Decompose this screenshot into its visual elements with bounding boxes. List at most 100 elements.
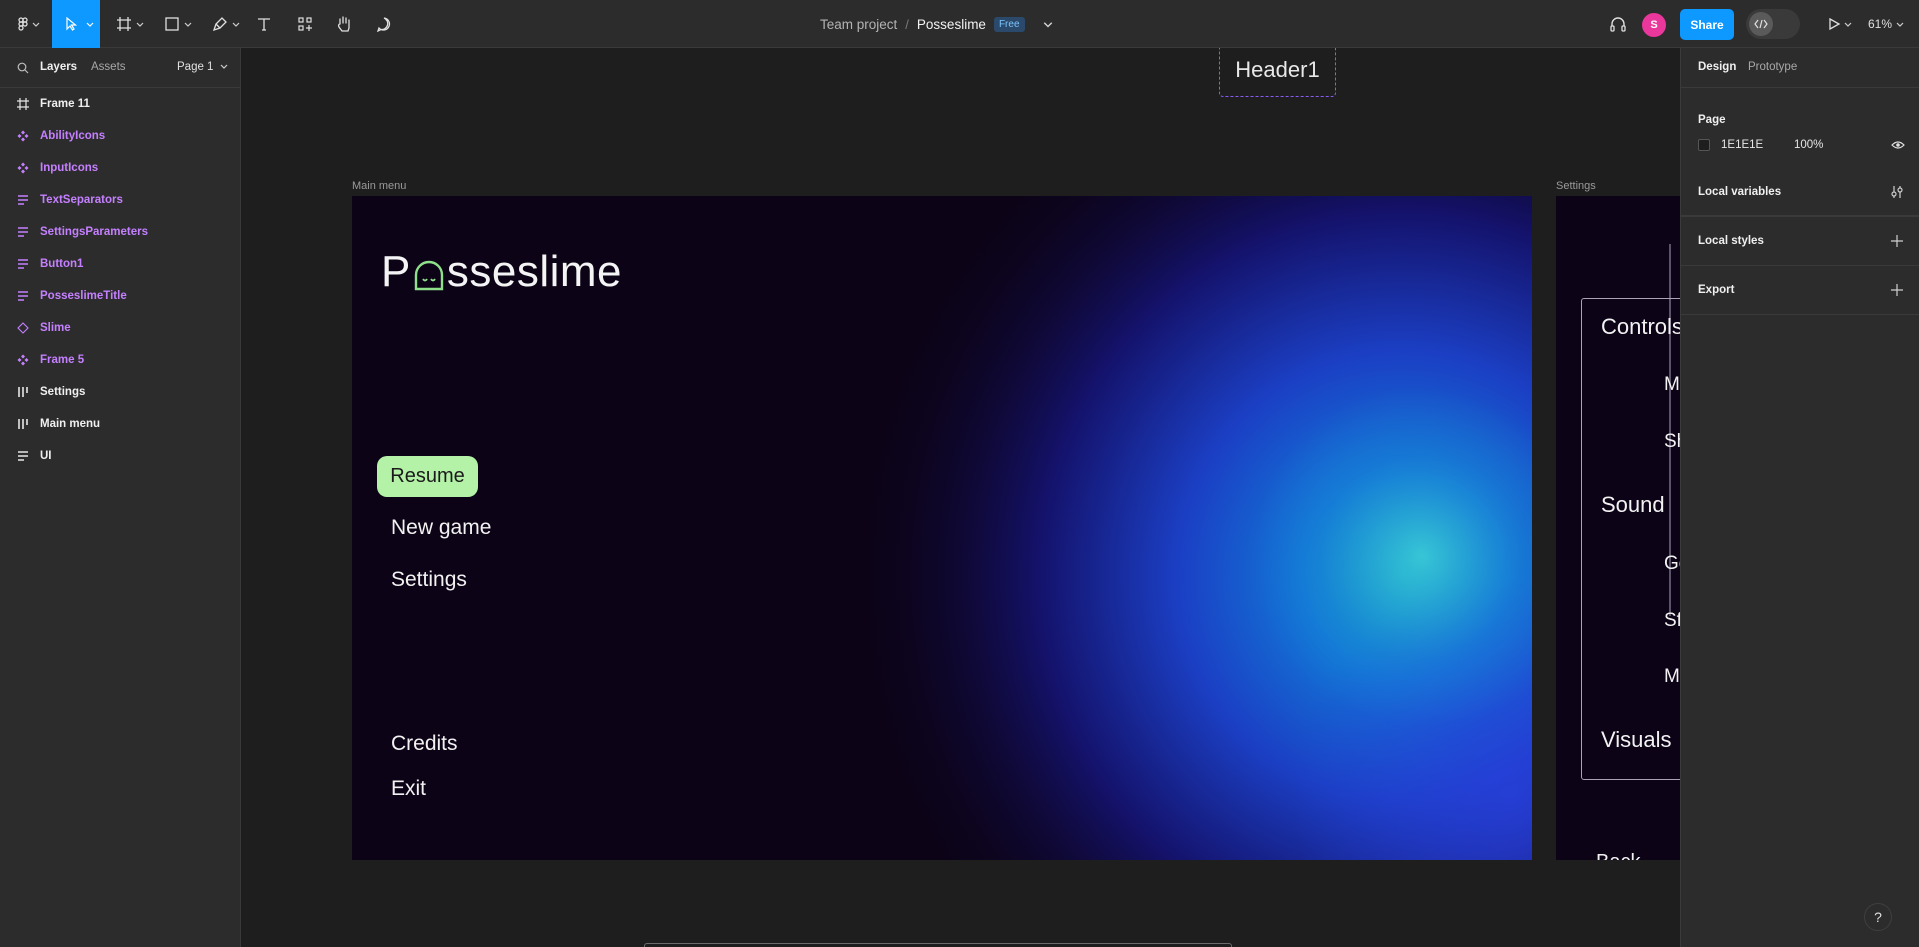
search-icon[interactable] bbox=[17, 62, 29, 74]
file-name[interactable]: Posseslime bbox=[917, 17, 986, 32]
left-sidebar: Layers Assets Page 1 Frame 11 AbilityIcon… bbox=[0, 48, 241, 947]
tab-prototype[interactable]: Prototype bbox=[1748, 61, 1797, 73]
component-icon bbox=[17, 354, 29, 366]
zoom-control[interactable]: 61% bbox=[1868, 0, 1904, 48]
add-style-plus-icon[interactable] bbox=[1890, 234, 1904, 248]
settings-controls-heading: Controls bbox=[1601, 314, 1680, 339]
layer-name: InputIcons bbox=[40, 162, 99, 174]
design-canvas[interactable]: Header1 Main menu Settings P sseslime Re… bbox=[241, 48, 1680, 947]
tab-layers[interactable]: Layers bbox=[40, 61, 77, 73]
plan-badge: Free bbox=[993, 16, 1025, 32]
eye-icon[interactable] bbox=[1891, 140, 1905, 150]
layer-name: SettingsParameters bbox=[40, 226, 149, 238]
layer-row[interactable]: Button1 bbox=[0, 248, 240, 280]
tab-design[interactable]: Design bbox=[1698, 61, 1736, 73]
main-menu-frame-label[interactable]: Main menu bbox=[352, 180, 406, 192]
settings-controls-item: M bbox=[1664, 374, 1680, 395]
layer-row[interactable]: Slime bbox=[0, 312, 240, 344]
offscreen-frame-edge[interactable] bbox=[644, 943, 1232, 947]
breadcrumb-separator: / bbox=[905, 16, 909, 32]
rectangle-icon bbox=[165, 17, 179, 31]
layer-name: Settings bbox=[40, 386, 86, 398]
settings-button[interactable]: Settings bbox=[391, 568, 467, 592]
layer-row[interactable]: InputIcons bbox=[0, 152, 240, 184]
auto-layout-vertical-icon bbox=[17, 226, 29, 238]
comment-tool-button[interactable] bbox=[372, 0, 396, 48]
page-selector-label: Page 1 bbox=[177, 61, 214, 73]
audio-call-button[interactable] bbox=[1606, 0, 1630, 48]
new-game-button[interactable]: New game bbox=[391, 516, 491, 540]
page-selector[interactable]: Page 1 bbox=[177, 61, 228, 73]
posseslime-title: P sseslime bbox=[381, 247, 622, 297]
settings-sound-item: Ge bbox=[1664, 553, 1680, 574]
layer-row[interactable]: PosseslimeTitle bbox=[0, 280, 240, 312]
frame-icon bbox=[17, 98, 29, 110]
exit-button[interactable]: Exit bbox=[391, 777, 426, 801]
help-button[interactable]: ? bbox=[1864, 903, 1892, 931]
main-menu-frame[interactable]: P sseslime Resume New game Settings Cred… bbox=[352, 196, 1532, 860]
page-color-swatch[interactable] bbox=[1698, 139, 1710, 151]
auto-layout-horizontal-icon bbox=[17, 418, 29, 430]
settings-frame-label[interactable]: Settings bbox=[1556, 180, 1596, 192]
layer-row[interactable]: SettingsParameters bbox=[0, 216, 240, 248]
layer-row[interactable]: Frame 5 bbox=[0, 344, 240, 376]
file-title-area: Team project / Posseslime Free bbox=[820, 0, 1053, 48]
logo-text-end: sseslime bbox=[446, 247, 623, 296]
layer-row[interactable]: Main menu bbox=[0, 408, 240, 440]
local-variables-section[interactable]: Local variables bbox=[1681, 168, 1919, 217]
file-menu-chevron-icon[interactable] bbox=[1043, 19, 1053, 29]
layer-row[interactable]: AbilityIcons bbox=[0, 120, 240, 152]
chevron-down-icon bbox=[232, 22, 240, 27]
right-panel-tabs: Design Prototype bbox=[1681, 48, 1919, 88]
headphones-icon bbox=[1610, 17, 1626, 32]
header1-frame[interactable]: Header1 bbox=[1219, 48, 1336, 97]
pen-icon bbox=[212, 17, 227, 32]
variables-settings-icon[interactable] bbox=[1890, 185, 1904, 199]
share-button[interactable]: Share bbox=[1680, 9, 1734, 40]
main-menu-button[interactable] bbox=[6, 0, 42, 48]
page-color-value[interactable]: 1E1E1E bbox=[1721, 139, 1763, 151]
settings-sound-item: M bbox=[1664, 666, 1680, 687]
layer-row[interactable]: Settings bbox=[0, 376, 240, 408]
resources-button[interactable] bbox=[293, 0, 317, 48]
layer-name: Slime bbox=[40, 322, 71, 334]
settings-frame[interactable]: Controls M Sh Sound Ge Sf M Visuals Back bbox=[1556, 196, 1680, 860]
local-styles-section[interactable]: Local styles bbox=[1681, 217, 1919, 266]
hand-tool-button[interactable] bbox=[332, 0, 356, 48]
add-export-plus-icon[interactable] bbox=[1890, 283, 1904, 297]
shape-tool-button[interactable] bbox=[158, 0, 194, 48]
project-breadcrumb[interactable]: Team project bbox=[820, 17, 897, 32]
layer-name: PosseslimeTitle bbox=[40, 290, 127, 302]
layer-row[interactable]: TextSeparators bbox=[0, 184, 240, 216]
user-avatar[interactable]: S bbox=[1642, 13, 1666, 37]
frame-icon bbox=[117, 17, 131, 31]
logo-text-start: P bbox=[381, 247, 411, 296]
present-button[interactable] bbox=[1822, 0, 1856, 48]
move-tool-button[interactable] bbox=[52, 0, 100, 48]
auto-layout-vertical-icon bbox=[17, 290, 29, 302]
page-heading: Page bbox=[1698, 114, 1726, 126]
chevron-down-icon bbox=[1844, 22, 1852, 27]
layer-name: Frame 11 bbox=[40, 98, 90, 110]
export-section[interactable]: Export bbox=[1681, 266, 1919, 315]
credits-button[interactable]: Credits bbox=[391, 732, 458, 756]
instance-icon bbox=[17, 322, 29, 334]
tab-assets[interactable]: Assets bbox=[91, 61, 126, 73]
settings-back-button[interactable]: Back bbox=[1596, 851, 1640, 860]
text-icon bbox=[258, 18, 270, 31]
chevron-down-icon bbox=[220, 64, 228, 69]
pen-tool-button[interactable] bbox=[206, 0, 242, 48]
layer-row[interactable]: UI bbox=[0, 440, 240, 472]
layer-name: UI bbox=[40, 450, 52, 462]
frame-tool-button[interactable] bbox=[110, 0, 146, 48]
cursor-icon bbox=[66, 17, 78, 31]
resume-button[interactable]: Resume bbox=[377, 456, 478, 497]
text-tool-button[interactable] bbox=[252, 0, 276, 48]
auto-layout-vertical-icon bbox=[17, 258, 29, 270]
layer-row[interactable]: Frame 11 bbox=[0, 88, 240, 120]
page-opacity-value[interactable]: 100% bbox=[1794, 139, 1823, 151]
component-icon bbox=[17, 130, 29, 142]
settings-visuals-heading: Visuals bbox=[1601, 727, 1672, 752]
dev-mode-toggle[interactable] bbox=[1746, 9, 1800, 39]
component-icon bbox=[17, 162, 29, 174]
